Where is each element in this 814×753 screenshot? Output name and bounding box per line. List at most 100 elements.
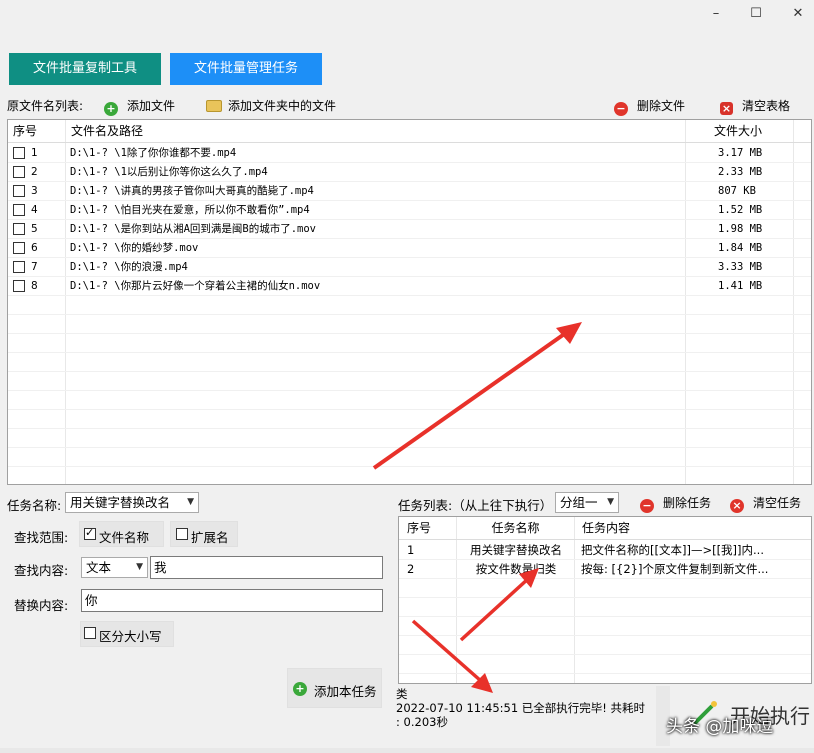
case-sensitive-label[interactable]: 区分大小写 (99, 626, 162, 645)
clear-table-button[interactable]: × 清空表格 (720, 97, 790, 115)
add-folder-files-button[interactable]: 添加文件夹中的文件 (206, 97, 336, 115)
minimize-button[interactable]: – (702, 2, 730, 26)
task-name-label: 任务名称: (7, 498, 62, 513)
row-checkbox[interactable] (13, 261, 25, 273)
table-row[interactable]: 7 D:\1-? \你的浪漫.mp4 3.33 MB (8, 258, 811, 277)
task-row-content: 把文件名称的[[文本]]—>[[我]]内... (581, 543, 764, 557)
task-name-select[interactable]: 用关键字替换改名 ▼ (65, 492, 199, 513)
row-size: 807 KB (718, 185, 756, 197)
close-button[interactable]: ✕ (784, 2, 812, 26)
delete-file-button[interactable]: − 删除文件 (614, 97, 686, 116)
delete-task-button[interactable]: − 删除任务 (640, 494, 712, 513)
row-no: 5 (31, 223, 38, 235)
task-list-label: 任务列表:（从上往下执行） (398, 498, 553, 513)
table-row[interactable]: 1 D:\1-? \1除了你你谁都不要.mp4 3.17 MB (8, 144, 811, 163)
annotation-arrow (372, 322, 582, 470)
row-size: 1.98 MB (718, 223, 763, 235)
row-no: 3 (31, 185, 38, 197)
group-select[interactable]: 分组一 ▼ (555, 492, 619, 513)
tab-batch-manage[interactable]: 文件批量管理任务 (170, 53, 322, 85)
close-icon: × (730, 499, 744, 513)
delete-file-label: 删除文件 (637, 99, 686, 113)
col-header-no[interactable]: 序号 (8, 120, 66, 142)
task-name-value: 用关键字替换改名 (70, 495, 171, 510)
task-row[interactable]: 1 用关键字替换改名 把文件名称的[[文本]]—>[[我]]内... (399, 541, 811, 560)
col-header-path[interactable]: 文件名及路径 (66, 120, 686, 142)
find-label: 查找内容: (14, 563, 69, 578)
row-path: D:\1-? \怕目光夹在爱意，所以你不敢看你”.mp4 (70, 204, 310, 216)
row-size: 3.17 MB (718, 147, 763, 159)
row-path: D:\1-? \你那片云好像一个穿着公主裙的仙女n.mov (70, 280, 321, 292)
task-col-content[interactable]: 任务内容 (575, 517, 811, 539)
row-size: 1.84 MB (718, 242, 763, 254)
chevron-down-icon: ▼ (136, 562, 143, 572)
clear-task-label: 清空任务 (753, 496, 802, 510)
maximize-button[interactable]: ☐ (742, 2, 770, 26)
row-no: 7 (31, 261, 38, 273)
chevron-down-icon: ▼ (607, 497, 614, 507)
col-header-size[interactable]: 文件大小 (686, 120, 794, 142)
delete-task-label: 删除任务 (663, 496, 712, 510)
add-task-label: 添加本任务 (314, 684, 377, 699)
scope-filename-checkbox[interactable] (84, 526, 96, 540)
replace-label: 替换内容: (14, 598, 69, 613)
table-row[interactable]: 5 D:\1-? \是你到站从湘A回到满是闽B的城市了.mov 1.98 MB (8, 220, 811, 239)
task-row-no: 1 (407, 543, 415, 557)
task-row-content: 按每: [{2}]个原文件复制到新文件... (581, 562, 769, 576)
group-value: 分组一 (560, 495, 598, 510)
row-size: 2.33 MB (718, 166, 763, 178)
find-input[interactable]: 我 (150, 556, 383, 579)
tab-batch-copy[interactable]: 文件批量复制工具 (9, 53, 161, 85)
plus-icon: + (104, 102, 118, 116)
row-path: D:\1-? \你的婚纱梦.mov (70, 242, 199, 254)
task-row-no: 2 (407, 562, 415, 576)
clear-task-button[interactable]: × 清空任务 (730, 494, 802, 513)
case-sensitive-checkbox[interactable] (84, 627, 96, 639)
table-row[interactable]: 8 D:\1-? \你那片云好像一个穿着公主裙的仙女n.mov 1.41 MB (8, 277, 811, 296)
scope-filename-label[interactable]: 文件名称 (99, 527, 149, 546)
row-path: D:\1-? \是你到站从湘A回到满是闽B的城市了.mov (70, 223, 317, 235)
scope-ext-label[interactable]: 扩展名 (191, 527, 229, 546)
task-col-no[interactable]: 序号 (399, 517, 457, 539)
add-file-button[interactable]: + 添加文件 (104, 97, 176, 116)
row-size: 1.52 MB (718, 204, 763, 216)
replace-input[interactable]: 你 (81, 589, 383, 612)
task-col-name[interactable]: 任务名称 (457, 517, 575, 539)
source-list-label: 原文件名列表: (7, 99, 84, 113)
row-path: D:\1-? \1除了你你谁都不要.mp4 (70, 147, 237, 159)
row-checkbox[interactable] (13, 223, 25, 235)
chevron-down-icon: ▼ (187, 497, 194, 507)
row-checkbox[interactable] (13, 166, 25, 178)
clear-table-label: 清空表格 (742, 99, 791, 113)
log-line: : 0.203秒 (396, 715, 448, 729)
table-row[interactable]: 4 D:\1-? \怕目光夹在爱意，所以你不敢看你”.mp4 1.52 MB (8, 201, 811, 220)
row-path: D:\1-? \你的浪漫.mp4 (70, 261, 188, 273)
row-checkbox[interactable] (13, 185, 25, 197)
find-type-select[interactable]: 文本 ▼ (81, 557, 148, 578)
row-no: 1 (31, 147, 38, 159)
row-no: 8 (31, 280, 38, 292)
table-row[interactable]: 2 D:\1-? \1以后别让你等你这么久了.mp4 2.33 MB (8, 163, 811, 182)
scope-label: 查找范围: (14, 530, 69, 545)
watermark: 头条 @加咪逗 (666, 717, 774, 737)
minus-icon: − (640, 499, 654, 513)
row-no: 4 (31, 204, 38, 216)
table-row[interactable]: 3 D:\1-? \讲真的男孩子管你叫大哥真的酷毙了.mp4 807 KB (8, 182, 811, 201)
scope-ext-checkbox[interactable] (176, 528, 188, 540)
table-row[interactable]: 6 D:\1-? \你的婚纱梦.mov 1.84 MB (8, 239, 811, 258)
row-checkbox[interactable] (13, 242, 25, 254)
row-checkbox[interactable] (13, 204, 25, 216)
folder-icon (206, 100, 222, 112)
add-task-button[interactable]: + 添加本任务 (287, 668, 382, 708)
add-file-label: 添加文件 (127, 99, 176, 113)
row-checkbox[interactable] (13, 280, 25, 292)
minus-icon: − (614, 102, 628, 116)
close-icon: × (720, 102, 733, 115)
row-no: 2 (31, 166, 38, 178)
row-size: 1.41 MB (718, 280, 763, 292)
find-type-value: 文本 (86, 560, 112, 575)
task-row-name: 用关键字替换改名 (470, 543, 562, 557)
row-checkbox[interactable] (13, 147, 25, 159)
row-no: 6 (31, 242, 38, 254)
row-size: 3.33 MB (718, 261, 763, 273)
